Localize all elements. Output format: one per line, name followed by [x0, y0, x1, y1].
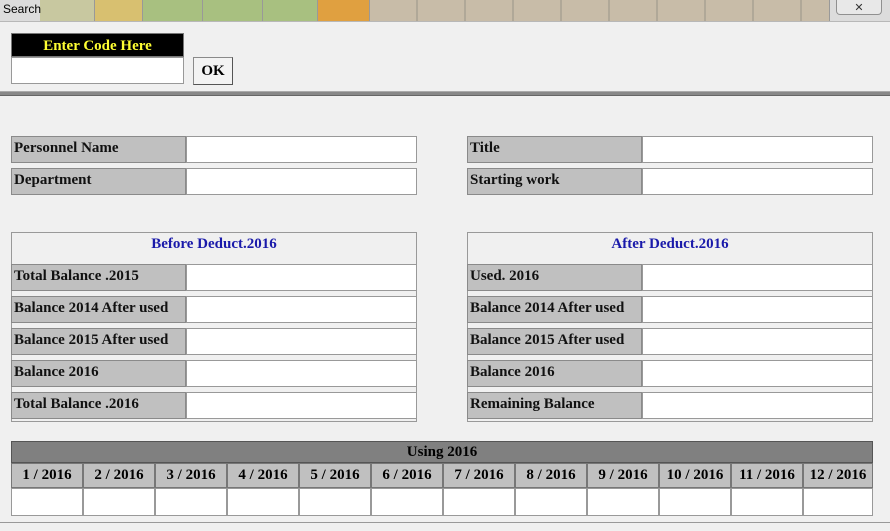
- close-button[interactable]: ✕: [836, 0, 882, 15]
- month-header: 5 / 2016: [299, 463, 371, 488]
- title-label: Title: [467, 136, 642, 163]
- department-field[interactable]: [186, 168, 417, 195]
- month-field[interactable]: [227, 488, 299, 516]
- after-row-field[interactable]: [642, 360, 873, 387]
- after-row-label: Balance 2014 After used: [467, 296, 642, 323]
- month-field[interactable]: [515, 488, 587, 516]
- separator: [0, 91, 890, 96]
- month-header: 11 / 2016: [731, 463, 803, 488]
- month-header: 2 / 2016: [83, 463, 155, 488]
- bottom-border: [0, 522, 890, 531]
- month-field[interactable]: [155, 488, 227, 516]
- before-row-field[interactable]: [186, 328, 417, 355]
- starting-work-field[interactable]: [642, 168, 873, 195]
- after-deduct-heading: After Deduct.2016: [611, 236, 729, 252]
- code-input[interactable]: [11, 57, 184, 84]
- month-header: 8 / 2016: [515, 463, 587, 488]
- month-field[interactable]: [299, 488, 371, 516]
- after-row-field[interactable]: [642, 296, 873, 323]
- after-row-label: Used. 2016: [467, 264, 642, 291]
- enter-code-label: Enter Code Here: [11, 33, 184, 57]
- window-titlebar: Search ✕: [0, 0, 890, 22]
- before-row-field[interactable]: [186, 360, 417, 387]
- before-row-field[interactable]: [186, 264, 417, 291]
- before-row-label: Balance 2015 After used: [11, 328, 186, 355]
- month-field[interactable]: [443, 488, 515, 516]
- before-row-label: Balance 2016: [11, 360, 186, 387]
- after-row-label: Balance 2016: [467, 360, 642, 387]
- before-row-field[interactable]: [186, 392, 417, 419]
- month-header: 9 / 2016: [587, 463, 659, 488]
- month-header: 7 / 2016: [443, 463, 515, 488]
- before-row-label: Total Balance .2016: [11, 392, 186, 419]
- month-field[interactable]: [371, 488, 443, 516]
- month-field[interactable]: [11, 488, 83, 516]
- using-heading: Using 2016: [11, 441, 873, 463]
- after-row-label: Remaining Balance: [467, 392, 642, 419]
- before-row-field[interactable]: [186, 296, 417, 323]
- month-field[interactable]: [587, 488, 659, 516]
- month-field[interactable]: [731, 488, 803, 516]
- background-window-strip: [40, 0, 830, 21]
- month-header: 3 / 2016: [155, 463, 227, 488]
- title-field[interactable]: [642, 136, 873, 163]
- month-header: 1 / 2016: [11, 463, 83, 488]
- personnel-name-label: Personnel Name: [11, 136, 186, 163]
- month-field[interactable]: [83, 488, 155, 516]
- month-field[interactable]: [659, 488, 731, 516]
- after-row-field[interactable]: [642, 264, 873, 291]
- personnel-name-field[interactable]: [186, 136, 417, 163]
- months-table: 1 / 2016 2 / 2016 3 / 2016 4 / 2016 5 / …: [11, 463, 873, 516]
- starting-work-label: Starting work: [467, 168, 642, 195]
- month-header: 4 / 2016: [227, 463, 299, 488]
- after-row-field[interactable]: [642, 328, 873, 355]
- department-label: Department: [11, 168, 186, 195]
- month-header: 12 / 2016: [803, 463, 873, 488]
- before-deduct-heading: Before Deduct.2016: [151, 236, 277, 252]
- ok-button[interactable]: OK: [193, 57, 233, 85]
- after-row-label: Balance 2015 After used: [467, 328, 642, 355]
- before-row-label: Balance 2014 After used: [11, 296, 186, 323]
- window-title: Search: [3, 2, 42, 16]
- after-row-field[interactable]: [642, 392, 873, 419]
- month-header: 10 / 2016: [659, 463, 731, 488]
- before-row-label: Total Balance .2015: [11, 264, 186, 291]
- close-icon: ✕: [854, 0, 864, 14]
- month-header: 6 / 2016: [371, 463, 443, 488]
- month-field[interactable]: [803, 488, 873, 516]
